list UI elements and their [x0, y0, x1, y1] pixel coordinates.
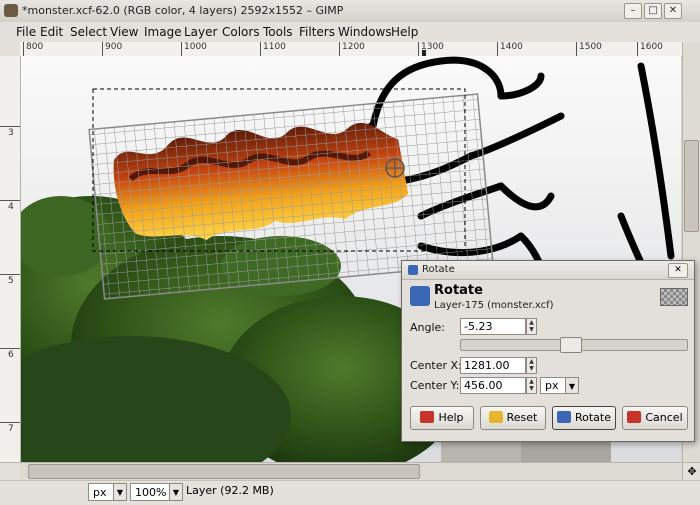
reset-button-label: Reset [506, 411, 538, 424]
menu-colors[interactable]: Colors [222, 25, 260, 39]
help-button-label: Help [438, 411, 464, 424]
horizontal-ruler[interactable]: 800 900 1000 1100 1200 1300 1400 1500 16… [20, 42, 682, 57]
rotate-button-label: Rotate [574, 411, 611, 424]
ruler-label: 1500 [579, 42, 602, 52]
center-y-spin-buttons[interactable]: ▲ ▼ [526, 377, 537, 394]
ruler-label: 3 [8, 128, 14, 138]
ruler-label: 1200 [342, 42, 365, 52]
ruler-corner [0, 42, 21, 57]
vertical-scroll-thumb[interactable] [684, 140, 699, 232]
menu-image[interactable]: Image [144, 25, 182, 39]
layer-preview-thumbnail [660, 288, 688, 306]
chevron-down-icon[interactable]: ▼ [565, 377, 579, 394]
close-icon[interactable]: ✕ [668, 263, 688, 278]
angle-input[interactable]: -5.23 [460, 318, 526, 335]
cancel-button[interactable]: Cancel [622, 406, 688, 430]
menu-layer[interactable]: Layer [184, 25, 217, 39]
cancel-icon [627, 411, 642, 423]
cancel-button-label: Cancel [645, 411, 683, 424]
quick-mask-toggle[interactable] [0, 462, 21, 481]
chevron-down-icon[interactable]: ▼ [169, 483, 183, 501]
center-y-input[interactable]: 456.00 [460, 377, 526, 394]
ruler-label: 1100 [263, 42, 286, 52]
ruler-label: 800 [26, 42, 44, 52]
menu-view[interactable]: View [110, 25, 138, 39]
ruler-label: 5 [8, 276, 14, 286]
unit-selector[interactable]: px [88, 483, 114, 501]
angle-slider-thumb[interactable] [560, 337, 582, 353]
center-y-label: Center Y: [410, 379, 460, 392]
dialog-title: Rotate [422, 264, 455, 275]
center-x-spin-buttons[interactable]: ▲ ▼ [526, 357, 537, 374]
rotate-button[interactable]: Rotate [552, 406, 616, 430]
gimp-app-icon [4, 4, 18, 17]
ruler-label: 6 [8, 350, 14, 360]
chevron-down-icon[interactable]: ▼ [113, 483, 127, 501]
horizontal-scroll-thumb[interactable] [28, 464, 420, 479]
navigate-icon[interactable]: ✥ [682, 462, 700, 481]
ruler-label: 1000 [184, 42, 207, 52]
reset-button[interactable]: Reset [480, 406, 546, 430]
rotate-dialog: Rotate ✕ Rotate Layer-175 (monster.xcf) … [401, 260, 695, 442]
minimize-button[interactable]: – [624, 3, 642, 19]
menu-filters[interactable]: Filters [299, 25, 335, 39]
menu-select[interactable]: Select [70, 25, 107, 39]
ruler-label: 1600 [640, 42, 663, 52]
ruler-label: 1400 [500, 42, 523, 52]
zoom-selector[interactable]: 100% [130, 483, 170, 501]
menu-bar: File Edit Select View Image Layer Colors… [0, 22, 700, 43]
reset-icon [488, 411, 503, 423]
ruler-label: 900 [105, 42, 123, 52]
help-icon [420, 411, 435, 423]
dialog-heading: Rotate [434, 283, 483, 298]
menu-help[interactable]: Help [391, 25, 418, 39]
menu-file[interactable]: File [16, 25, 36, 39]
ruler-label: 7 [8, 424, 14, 434]
angle-spin-buttons[interactable]: ▲ ▼ [526, 318, 537, 335]
status-info: Layer (92.2 MB) [186, 484, 274, 497]
window-title: *monster.xcf-62.0 (RGB color, 4 layers) … [22, 4, 344, 17]
help-button[interactable]: Help [410, 406, 474, 430]
center-unit-selector[interactable]: px [540, 377, 566, 394]
dialog-subheading: Layer-175 (monster.xcf) [434, 300, 554, 311]
rotate-icon [410, 286, 430, 306]
menu-windows[interactable]: Windows [338, 25, 392, 39]
center-x-label: Center X: [410, 359, 462, 372]
ruler-label: 4 [8, 202, 14, 212]
vertical-ruler[interactable]: 3 4 5 6 7 [0, 56, 21, 462]
close-button[interactable]: ✕ [664, 3, 682, 19]
center-x-input[interactable]: 1281.00 [460, 357, 526, 374]
rotate-icon [408, 265, 418, 275]
angle-label: Angle: [410, 321, 446, 334]
rotate-icon [556, 411, 571, 423]
menu-edit[interactable]: Edit [40, 25, 63, 39]
maximize-button[interactable]: □ [644, 3, 662, 19]
menu-tools[interactable]: Tools [263, 25, 293, 39]
